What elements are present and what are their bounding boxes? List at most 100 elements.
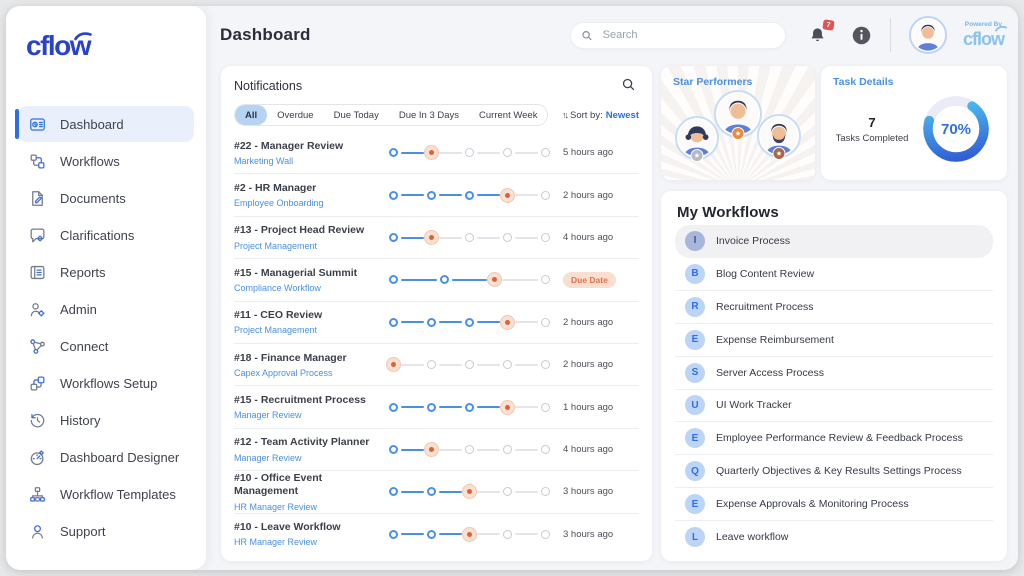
- step-connector: [401, 321, 424, 323]
- notification-category[interactable]: HR Manager Review: [234, 537, 380, 547]
- sort-value[interactable]: Newest: [606, 110, 639, 121]
- workflow-item-recruitment-process[interactable]: RRecruitment Process: [675, 291, 993, 324]
- notification-bell-button[interactable]: 7: [808, 26, 827, 45]
- step-connector: [439, 449, 462, 451]
- sidebar-item-label: Workflows: [60, 154, 120, 169]
- search-box[interactable]: [570, 22, 786, 49]
- step-connector: [515, 321, 538, 323]
- notification-category[interactable]: Project Management: [234, 241, 380, 251]
- notification-row[interactable]: #15 - Recruitment ProcessManager Review1…: [234, 385, 639, 427]
- sort-control[interactable]: ↑↓ Sort by: Newest: [562, 110, 639, 121]
- user-avatar[interactable]: [909, 16, 947, 54]
- search-icon: [581, 29, 593, 42]
- sidebar-item-reports[interactable]: Reports: [18, 254, 194, 290]
- step-pending-dot: [541, 487, 550, 496]
- sidebar-item-workflows-setup[interactable]: Workflows Setup: [18, 365, 194, 401]
- sidebar-item-workflows[interactable]: Workflows: [18, 143, 194, 179]
- sidebar-item-label: History: [60, 413, 100, 428]
- workflow-item-employee-performance-review-feedback-pro[interactable]: EEmployee Performance Review & Feedback …: [675, 422, 993, 455]
- tab-overdue[interactable]: Overdue: [267, 105, 323, 125]
- workflow-item-blog-content-review[interactable]: BBlog Content Review: [675, 258, 993, 291]
- notification-row[interactable]: #12 - Team Activity PlannerManager Revie…: [234, 428, 639, 470]
- sidebar-item-dashboard[interactable]: Dashboard: [18, 106, 194, 142]
- sidebar-item-workflow-templates[interactable]: Workflow Templates: [18, 476, 194, 512]
- search-input[interactable]: [601, 28, 775, 42]
- notification-row[interactable]: #11 - CEO ReviewProject Management2 hour…: [234, 301, 639, 343]
- workflow-letter-avatar: I: [685, 231, 705, 251]
- step-connector: [401, 449, 424, 451]
- sidebar-item-admin[interactable]: Admin: [18, 291, 194, 327]
- notification-category[interactable]: Employee Onboarding: [234, 198, 380, 208]
- step-current-dot: [462, 527, 477, 542]
- notification-row[interactable]: #13 - Project Head ReviewProject Managem…: [234, 216, 639, 258]
- tab-due-today[interactable]: Due Today: [324, 105, 389, 125]
- star-performers-title: Star Performers: [673, 76, 815, 88]
- step-done-dot: [465, 191, 474, 200]
- notification-row[interactable]: #18 - Finance ManagerCapex Approval Proc…: [234, 343, 639, 385]
- notification-row[interactable]: #15 - Managerial SummitCompliance Workfl…: [234, 258, 639, 300]
- notification-row[interactable]: #10 - Leave WorkflowHR Manager Review3 h…: [234, 513, 639, 555]
- workflow-item-expense-reimbursement[interactable]: EExpense Reimbursement: [675, 324, 993, 357]
- step-done-dot: [389, 487, 398, 496]
- step-connector: [439, 321, 462, 323]
- notification-time: 5 hours ago: [563, 147, 613, 158]
- notification-row[interactable]: #10 - Office Event Management HR Manager …: [234, 470, 639, 512]
- completion-percent: 70%: [917, 90, 995, 168]
- notification-category[interactable]: Compliance Workflow: [234, 283, 380, 293]
- sidebar-item-documents[interactable]: Documents: [18, 180, 194, 216]
- notification-time: 1 hours ago: [563, 402, 613, 413]
- tab-current-week[interactable]: Current Week: [469, 105, 547, 125]
- step-connector: [477, 406, 500, 408]
- sidebar-item-dashboard-designer[interactable]: Dashboard Designer: [18, 439, 194, 475]
- notification-category[interactable]: Manager Review: [234, 410, 380, 420]
- workflow-item-quarterly-objectives-key-results-setting[interactable]: QQuarterly Objectives & Key Results Sett…: [675, 455, 993, 488]
- step-connector: [515, 194, 538, 196]
- step-pending-dot: [465, 148, 474, 157]
- step-current-dot: [500, 400, 515, 415]
- workflow-item-invoice-process[interactable]: IInvoice Process: [675, 225, 993, 258]
- workflow-label: Server Access Process: [716, 367, 824, 379]
- logo-swoosh-icon: [74, 31, 92, 41]
- workflow-label: Leave workflow: [716, 531, 788, 543]
- notification-category[interactable]: HR Manager Review: [234, 502, 380, 512]
- step-pending-dot: [541, 191, 550, 200]
- workflow-item-server-access-process[interactable]: SServer Access Process: [675, 357, 993, 390]
- notification-category[interactable]: Project Management: [234, 325, 380, 335]
- sidebar-item-connect[interactable]: Connect: [18, 328, 194, 364]
- step-pending-dot: [503, 487, 512, 496]
- notification-list: #22 - Manager ReviewMarketing Wall5 hour…: [234, 132, 639, 555]
- male-avatar: [714, 90, 762, 138]
- workflow-letter-avatar: R: [685, 297, 705, 317]
- tab-due-in-3-days[interactable]: Due In 3 Days: [389, 105, 469, 125]
- notifications-search-icon[interactable]: [621, 77, 639, 95]
- workflow-item-expense-approvals-monitoring-process[interactable]: EExpense Approvals & Monitoring Process: [675, 488, 993, 521]
- workflow-item-ui-work-tracker[interactable]: UUI Work Tracker: [675, 390, 993, 423]
- step-done-dot: [465, 318, 474, 327]
- notification-row[interactable]: #22 - Manager ReviewMarketing Wall5 hour…: [234, 132, 639, 173]
- progress-stepper: [386, 527, 563, 542]
- sidebar-item-support[interactable]: Support: [18, 513, 194, 549]
- powered-by-block: Powered By cflow: [963, 22, 1004, 48]
- step-pending-dot: [503, 530, 512, 539]
- notification-category[interactable]: Manager Review: [234, 453, 380, 463]
- workflow-letter-avatar: E: [685, 428, 705, 448]
- top-bar: Dashboard 7 Powered By cflow: [206, 6, 1018, 58]
- notification-time: 2 hours ago: [563, 317, 613, 328]
- step-done-dot: [427, 487, 436, 496]
- tab-all[interactable]: All: [235, 105, 267, 125]
- step-pending-dot: [465, 445, 474, 454]
- notification-category[interactable]: Capex Approval Process: [234, 368, 380, 378]
- notification-category[interactable]: Marketing Wall: [234, 156, 380, 166]
- notification-row[interactable]: #2 - HR ManagerEmployee Onboarding2 hour…: [234, 173, 639, 215]
- step-pending-dot: [465, 233, 474, 242]
- step-current-dot: [424, 230, 439, 245]
- info-icon: [851, 25, 872, 46]
- workflow-item-leave-workflow[interactable]: LLeave workflow: [675, 521, 993, 553]
- step-connector: [452, 279, 488, 281]
- notification-title: #10 - Office Event Management: [234, 472, 380, 498]
- sidebar-item-clarifications[interactable]: Clarifications: [18, 217, 194, 253]
- info-button[interactable]: [851, 25, 872, 46]
- step-connector: [515, 491, 538, 493]
- sidebar-item-history[interactable]: History: [18, 402, 194, 438]
- sidebar: cflow DashboardWorkflowsDocumentsClarifi…: [6, 6, 206, 570]
